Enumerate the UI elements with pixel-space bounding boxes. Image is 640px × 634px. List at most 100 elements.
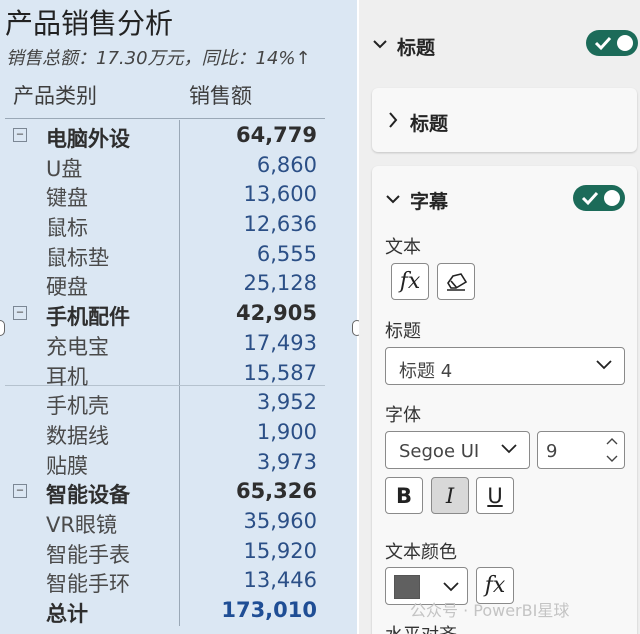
row-label: 手机配件: [46, 305, 130, 330]
clear-text-button[interactable]: [437, 263, 475, 300]
eraser-icon: [447, 272, 468, 291]
watermark: 公众号 · PowerBI星球: [410, 601, 570, 620]
subtitle-section-header[interactable]: 字幕: [410, 187, 448, 214]
row-label: 硬盘: [46, 275, 88, 300]
table-row[interactable]: 耳机 15,587: [0, 360, 357, 390]
font-label: 字体: [385, 405, 421, 426]
fx-icon: fx: [399, 269, 421, 294]
format-pane: 标题 标题 字幕 文本 fx 标题 标题 4 字体 Segoe UI 9 B I…: [359, 0, 640, 634]
row-value: 173,010: [221, 598, 317, 622]
row-value: 25,128: [243, 271, 317, 296]
row-label: 键盘: [46, 186, 88, 211]
fx-icon: fx: [484, 573, 506, 598]
chevron-down-icon: [443, 582, 459, 592]
row-value: 6,555: [256, 241, 317, 266]
title-toggle[interactable]: [586, 30, 638, 56]
chevron-down-icon: [596, 360, 612, 370]
row-value: 35,960: [243, 508, 317, 533]
table-row[interactable]: U盘 6,860: [0, 152, 357, 182]
underline-button[interactable]: U: [476, 477, 514, 514]
row-value: 13,600: [243, 182, 317, 207]
row-value: 64,779: [235, 123, 317, 147]
row-value: 42,905: [235, 301, 317, 326]
toggle-knob: [604, 190, 620, 206]
row-label: 智能设备: [46, 483, 130, 508]
column-header-category[interactable]: 产品类别: [13, 80, 97, 110]
table-row[interactable]: 智能手表 15,920: [0, 538, 357, 568]
row-value: 6,860: [256, 152, 317, 177]
table-row[interactable]: 鼠标 12,636: [0, 211, 357, 241]
toggle-knob: [617, 35, 633, 51]
row-value: 17,493: [243, 330, 317, 355]
stepper-down-icon[interactable]: [606, 455, 618, 463]
row-label: 手机壳: [46, 394, 109, 419]
matrix-visual[interactable]: 产品销售分析 销售总额：17.30万元，同比：14%↑ 产品类别 销售额 − 电脑…: [0, 0, 357, 634]
collapse-icon[interactable]: −: [13, 306, 27, 321]
resize-handle-left[interactable]: [0, 320, 5, 336]
chevron-right-icon[interactable]: [388, 112, 400, 128]
heading-label: 标题: [385, 321, 421, 342]
table-row[interactable]: 贴膜 3,973: [0, 449, 357, 479]
alignment-label: 水平对齐: [385, 621, 457, 634]
row-label: 智能手环: [46, 572, 130, 597]
underline-label: U: [487, 483, 503, 508]
heading-dropdown[interactable]: 标题 4: [385, 347, 625, 385]
visual-subtitle: 销售总额：17.30万元，同比：14%↑: [6, 48, 311, 69]
table-row[interactable]: 鼠标垫 6,555: [0, 241, 357, 271]
chevron-down-icon[interactable]: [373, 39, 387, 51]
category-row[interactable]: − 智能设备 65,326: [0, 478, 357, 508]
title-section-header[interactable]: 标题: [397, 33, 435, 60]
text-label: 文本: [385, 237, 421, 258]
collapse-icon[interactable]: −: [13, 484, 27, 499]
subtitle-card: 字幕 文本 fx 标题 标题 4 字体 Segoe UI 9 B I U 文本颜…: [372, 166, 637, 634]
row-label: 数据线: [46, 423, 109, 448]
table-row[interactable]: 键盘 13,600: [0, 181, 357, 211]
font-family-dropdown[interactable]: Segoe UI: [385, 431, 530, 469]
row-value: 3,973: [256, 449, 317, 474]
row-label: VR眼镜: [46, 512, 117, 537]
heading-dropdown-value: 标题 4: [399, 361, 453, 382]
table-row[interactable]: 数据线 1,900: [0, 419, 357, 449]
row-label: 鼠标: [46, 216, 88, 241]
row-value: 12,636: [243, 212, 317, 237]
checkmark-icon: [594, 36, 612, 51]
table-row[interactable]: 充电宝 17,493: [0, 330, 357, 360]
row-value: 3,952: [256, 390, 317, 415]
color-swatch: [394, 575, 420, 599]
title-card[interactable]: 标题: [372, 88, 637, 152]
row-value: 15,920: [243, 538, 317, 563]
table-row[interactable]: 硬盘 25,128: [0, 270, 357, 300]
table-row[interactable]: 手机壳 3,952: [0, 389, 357, 419]
stepper-up-icon[interactable]: [606, 437, 618, 445]
row-value: 65,326: [235, 479, 317, 504]
total-row[interactable]: 总计 173,010: [0, 597, 357, 627]
row-value: 1,900: [256, 419, 317, 444]
bold-label: B: [395, 483, 412, 508]
table-row[interactable]: 智能手环 13,446: [0, 567, 357, 597]
subtitle-toggle[interactable]: [573, 185, 625, 211]
text-color-label: 文本颜色: [385, 542, 457, 563]
table-row[interactable]: VR眼镜 35,960: [0, 508, 357, 538]
checkmark-icon: [581, 191, 599, 206]
chevron-down-icon[interactable]: [386, 194, 400, 206]
font-size-stepper[interactable]: 9: [537, 431, 625, 469]
title-card-header[interactable]: 标题: [410, 109, 448, 136]
matrix-rows: − 电脑外设 64,779 U盘 6,860 键盘 13,600 鼠标 12,636 鼠标垫 6,5…: [0, 122, 357, 627]
row-label: 总计: [46, 602, 88, 626]
row-label: 耳机: [46, 364, 88, 389]
row-value: 15,587: [243, 360, 317, 385]
row-label: 贴膜: [46, 453, 88, 478]
italic-button[interactable]: I: [431, 477, 469, 514]
text-fx-button[interactable]: fx: [391, 263, 429, 300]
row-label: U盘: [46, 156, 83, 181]
row-label: 充电宝: [46, 334, 109, 359]
column-header-sales[interactable]: 销售额: [189, 80, 252, 110]
bold-button[interactable]: B: [385, 477, 423, 514]
collapse-icon[interactable]: −: [13, 128, 27, 142]
chevron-down-icon: [501, 444, 517, 454]
category-row[interactable]: − 手机配件 42,905: [0, 300, 357, 330]
category-row[interactable]: − 电脑外设 64,779: [0, 122, 357, 152]
row-label: 鼠标垫: [46, 245, 109, 270]
font-family-value: Segoe UI: [399, 441, 480, 462]
header-divider: [5, 118, 325, 119]
